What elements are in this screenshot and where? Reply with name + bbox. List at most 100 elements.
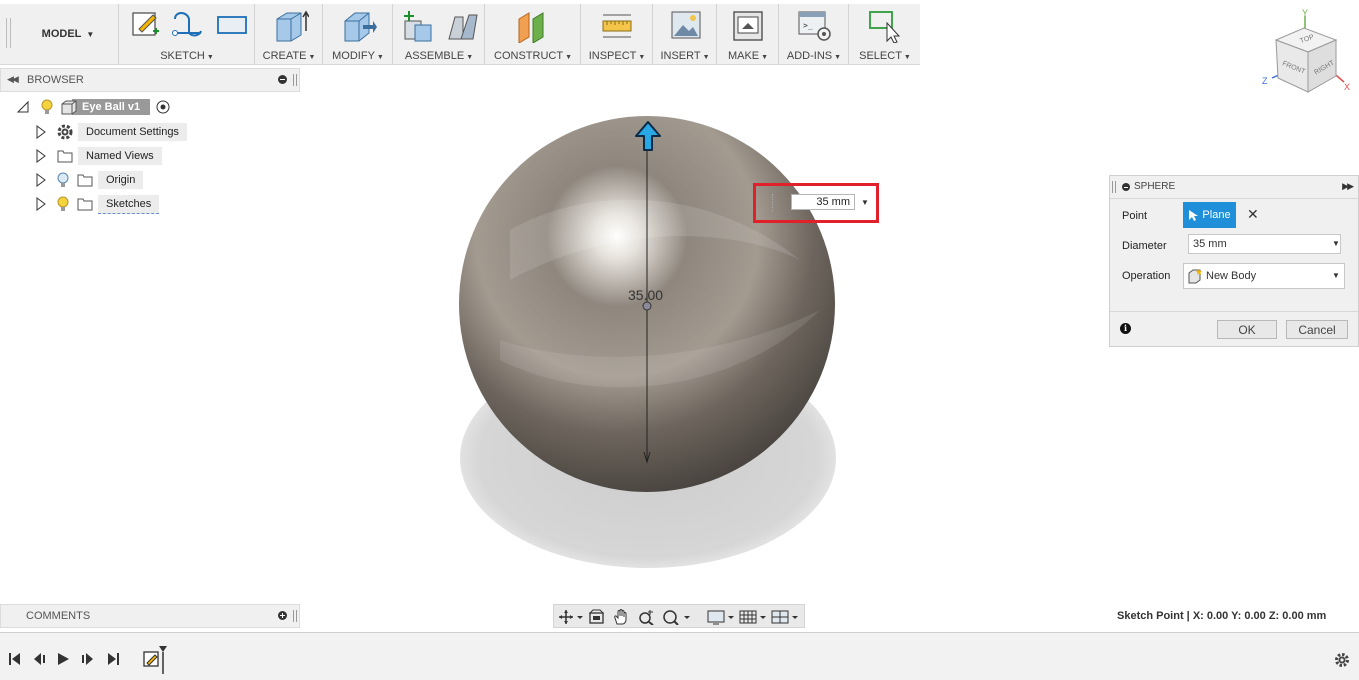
create-menu[interactable]: CREATE ▼ [255, 50, 323, 62]
drag-arrow-icon[interactable] [634, 120, 662, 154]
extrude-icon[interactable] [273, 9, 309, 43]
offset-plane-icon[interactable] [515, 9, 551, 43]
timeline-sketch-feature-icon[interactable] [143, 645, 169, 675]
visibility-bulb-off-icon[interactable] [56, 171, 70, 189]
step-back-icon[interactable] [32, 652, 46, 666]
dimension-input[interactable]: 35 mm [791, 194, 855, 210]
dialog-divider [1110, 311, 1358, 312]
dialog-header[interactable]: SPHERE ▶▶ [1110, 176, 1358, 199]
select-group[interactable]: SELECT ▼ [848, 4, 921, 64]
chevron-down-icon[interactable]: ▼ [1332, 271, 1340, 280]
minimize-icon[interactable] [278, 75, 287, 84]
modify-group[interactable]: MODIFY ▼ [322, 4, 393, 64]
browser-item-named-views[interactable]: Named Views [36, 146, 162, 166]
collapse-triangle-icon[interactable] [16, 100, 30, 114]
axis-y-label: Y [1302, 8, 1308, 18]
viewports-icon[interactable] [770, 609, 800, 625]
ok-button[interactable]: OK [1217, 320, 1277, 339]
root-component-label[interactable]: Eye Ball v1 [72, 99, 151, 115]
select-menu[interactable]: SELECT ▼ [849, 50, 921, 62]
info-icon[interactable]: i [1120, 323, 1131, 334]
browser-item-sketches[interactable]: Sketches [36, 194, 160, 214]
point-select-button[interactable]: Plane [1183, 202, 1236, 228]
browser-item-document-settings[interactable]: Document Settings [36, 122, 187, 142]
construct-group[interactable]: CONSTRUCT ▼ [484, 4, 581, 64]
point-select-label: Plane [1202, 209, 1231, 221]
timeline-settings-gear-icon[interactable] [1334, 652, 1350, 668]
line-sketch-icon[interactable] [171, 9, 205, 41]
dimension-grip[interactable] [772, 194, 775, 212]
addins-group[interactable]: >_ ADD-INS ▼ [778, 4, 849, 64]
browser-root-row[interactable]: Eye Ball v1 [16, 97, 170, 117]
sketch-menu[interactable]: SKETCH ▼ [119, 50, 255, 62]
collapse-panel-icon[interactable]: ◀◀ [7, 74, 19, 85]
cancel-button[interactable]: Cancel [1286, 320, 1348, 339]
insert-menu[interactable]: INSERT ▼ [653, 50, 717, 62]
scripts-icon[interactable]: >_ [797, 9, 833, 43]
operation-select[interactable]: New Body [1183, 263, 1345, 289]
cursor-icon [1189, 210, 1199, 221]
activate-radio-icon[interactable] [156, 100, 170, 114]
browser-panel: ◀◀ BROWSER [0, 68, 300, 92]
panel-grip[interactable] [293, 610, 297, 622]
make-menu[interactable]: MAKE ▼ [717, 50, 779, 62]
clear-selection-icon[interactable]: ✕ [1247, 206, 1259, 223]
expand-dialog-icon[interactable]: ▶▶ [1342, 181, 1354, 192]
visibility-bulb-icon[interactable] [40, 98, 54, 116]
expand-triangle-icon[interactable] [36, 173, 46, 187]
assemble-menu[interactable]: ASSEMBLE ▼ [393, 50, 485, 62]
comments-title: COMMENTS [26, 610, 91, 622]
go-to-end-icon[interactable] [106, 652, 120, 666]
sketch-group[interactable]: SKETCH ▼ [118, 4, 255, 64]
status-readout: Sketch Point | X: 0.00 Y: 0.00 Z: 0.00 m… [1117, 610, 1327, 622]
workspace-switcher[interactable]: MODEL ▼ [20, 4, 116, 64]
addins-menu[interactable]: ADD-INS ▼ [779, 50, 849, 62]
axis-z-label: Z [1262, 76, 1268, 86]
sphere-model[interactable] [440, 110, 860, 580]
insert-group[interactable]: INSERT ▼ [652, 4, 717, 64]
diameter-input[interactable]: 35 mm [1188, 234, 1341, 254]
collapse-dialog-icon[interactable] [1122, 183, 1130, 191]
browser-item-origin[interactable]: Origin [36, 170, 144, 190]
visibility-bulb-icon[interactable] [56, 195, 70, 213]
press-pull-icon[interactable] [341, 9, 377, 43]
step-forward-icon[interactable] [81, 652, 95, 666]
center-point [642, 301, 652, 311]
look-at-icon[interactable] [588, 609, 606, 625]
measure-icon[interactable] [599, 9, 635, 43]
3d-print-icon[interactable] [731, 9, 765, 43]
new-component-icon[interactable] [401, 9, 435, 43]
create-group[interactable]: CREATE ▼ [254, 4, 323, 64]
insert-image-icon[interactable] [669, 9, 703, 43]
add-comment-icon[interactable] [278, 611, 287, 620]
expand-triangle-icon[interactable] [36, 149, 46, 163]
play-icon[interactable] [56, 652, 70, 666]
viewcube[interactable]: TOP FRONT RIGHT Y Z X [1260, 6, 1356, 102]
dialog-grip[interactable] [1112, 181, 1116, 193]
chevron-down-icon[interactable]: ▼ [1332, 239, 1340, 248]
modify-menu[interactable]: MODIFY ▼ [323, 50, 393, 62]
grid-settings-icon[interactable] [738, 609, 768, 625]
inspect-group[interactable]: INSPECT ▼ [580, 4, 653, 64]
inspect-menu[interactable]: INSPECT ▼ [581, 50, 653, 62]
toolbar: MODEL ▼ SKETCH ▼ CREATE ▼ MODIFY ▼ ASSEM… [0, 4, 920, 65]
create-sketch-icon[interactable] [131, 9, 161, 41]
joint-icon[interactable] [445, 9, 479, 43]
display-settings-icon[interactable] [706, 609, 736, 625]
construct-menu[interactable]: CONSTRUCT ▼ [485, 50, 581, 62]
expand-triangle-icon[interactable] [36, 197, 46, 211]
panel-grip[interactable] [293, 74, 297, 86]
make-group[interactable]: MAKE ▼ [716, 4, 779, 64]
go-to-start-icon[interactable] [8, 652, 22, 666]
chevron-down-icon[interactable]: ▼ [861, 198, 869, 207]
component-icon [61, 100, 77, 115]
zoom-icon[interactable] [638, 609, 656, 625]
assemble-group[interactable]: ASSEMBLE ▼ [392, 4, 485, 64]
select-icon[interactable] [867, 9, 903, 43]
expand-triangle-icon[interactable] [36, 125, 46, 139]
pan-hand-icon[interactable] [612, 609, 630, 625]
toolbar-grip[interactable] [6, 18, 11, 48]
orbit-icon[interactable] [558, 609, 584, 625]
fit-window-icon[interactable] [662, 609, 692, 625]
rectangle-sketch-icon[interactable] [215, 9, 249, 41]
